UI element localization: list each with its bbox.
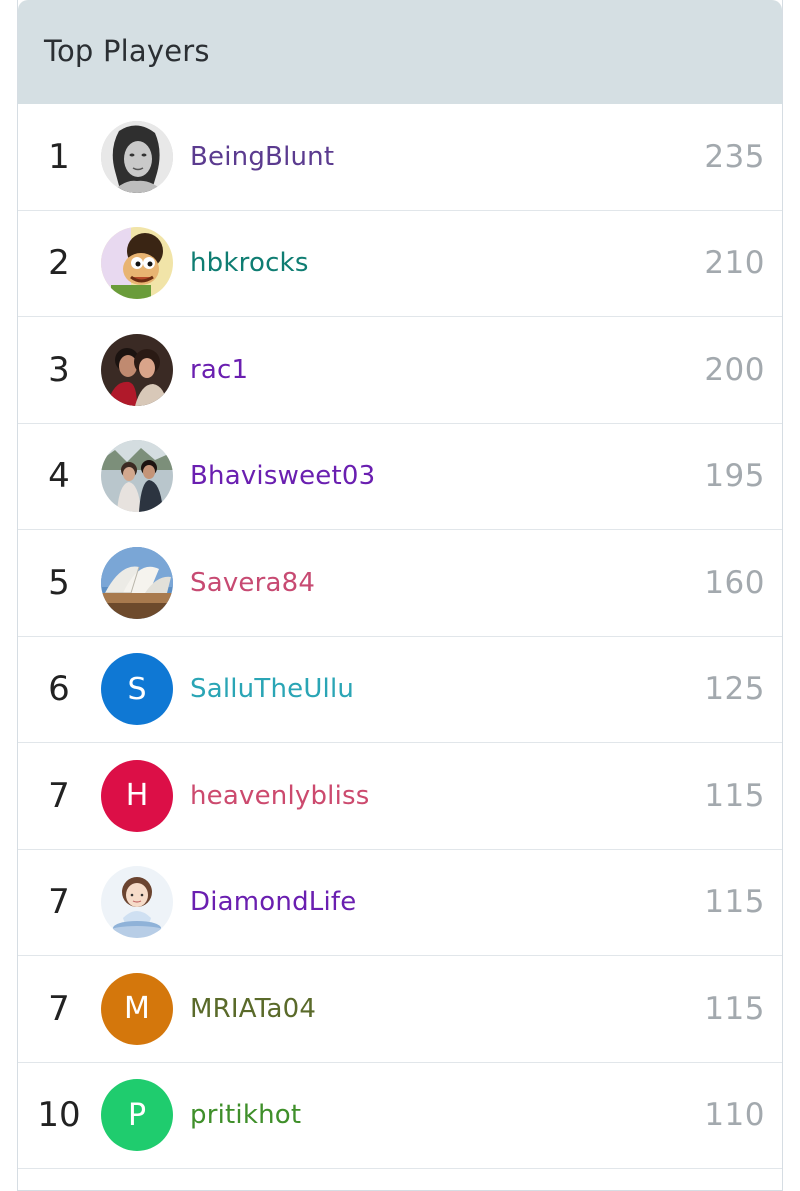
opera-house-photo xyxy=(101,546,173,619)
player-score: 115 xyxy=(704,884,765,921)
player-row[interactable]: 5 Savera84 160 xyxy=(18,530,782,637)
player-name-link[interactable]: rac1 xyxy=(190,317,248,423)
letter-avatar[interactable]: S xyxy=(101,653,173,726)
profile-photo-avatar[interactable] xyxy=(101,440,173,513)
player-score: 195 xyxy=(704,458,765,495)
player-rank: 3 xyxy=(48,349,70,390)
player-name-link[interactable]: pritikhot xyxy=(190,1063,301,1169)
avatar-letter: M xyxy=(124,991,150,1027)
player-rank: 7 xyxy=(48,775,70,816)
player-row[interactable]: 1 BeingBlunt 235 xyxy=(18,104,782,211)
card-header: Top Players xyxy=(18,0,782,104)
player-rank: 7 xyxy=(48,988,70,1029)
player-name-link[interactable]: heavenlybliss xyxy=(190,743,370,849)
profile-photo-avatar[interactable] xyxy=(101,333,173,406)
player-rank: 10 xyxy=(37,1095,81,1136)
profile-photo-avatar[interactable] xyxy=(101,227,173,300)
woman-portrait-photo xyxy=(101,120,173,193)
profile-photo-avatar[interactable] xyxy=(101,546,173,619)
player-row[interactable]: 7 M MRIATa04 115 xyxy=(18,956,782,1063)
letter-avatar[interactable]: M xyxy=(101,972,173,1045)
player-list: 1 BeingBlunt 235 2 hbkrocks 210 3 rac1 2… xyxy=(18,104,782,1169)
player-name-link[interactable]: Savera84 xyxy=(190,530,315,636)
player-rank: 4 xyxy=(48,456,70,497)
card-title: Top Players xyxy=(44,34,210,68)
player-rank: 6 xyxy=(48,669,70,710)
player-row[interactable]: 7 Hheavenlybliss 115 xyxy=(18,743,782,850)
player-score: 110 xyxy=(704,1097,765,1134)
cartoon-character-photo xyxy=(101,227,173,300)
player-score: 125 xyxy=(704,671,765,708)
player-row[interactable]: 10 Ppritikhot 110 xyxy=(18,1063,782,1169)
player-score: 160 xyxy=(704,564,765,601)
avatar-letter: H xyxy=(125,778,149,814)
player-score: 115 xyxy=(704,777,765,814)
letter-avatar[interactable]: H xyxy=(101,759,173,832)
player-name-link[interactable]: DiamondLife xyxy=(190,850,356,956)
player-score: 200 xyxy=(704,351,765,388)
profile-photo-avatar[interactable] xyxy=(101,866,173,939)
profile-photo-avatar[interactable] xyxy=(101,120,173,193)
player-row[interactable]: 3 rac1 200 xyxy=(18,317,782,424)
player-row[interactable]: 6 S SalluTheUllu 125 xyxy=(18,637,782,743)
couple-photo xyxy=(101,333,173,406)
player-score: 210 xyxy=(704,245,765,282)
player-row[interactable]: 7 DiamondLife 115 xyxy=(18,850,782,956)
avatar-letter: P xyxy=(127,1097,147,1133)
player-name-link[interactable]: MRIATa04 xyxy=(190,956,316,1062)
player-name-link[interactable]: hbkrocks xyxy=(190,211,309,317)
avatar-letter: S xyxy=(127,671,147,707)
player-rank: 5 xyxy=(48,562,70,603)
player-score: 115 xyxy=(704,990,765,1027)
top-players-card: Top Players 1 BeingBlunt 235 2 hbkrocks 210… xyxy=(17,0,783,1191)
couple-outdoor-photo xyxy=(101,440,173,513)
player-name-link[interactable]: Bhavisweet03 xyxy=(190,424,375,530)
player-row[interactable]: 4 Bhavisweet03 195 xyxy=(18,424,782,530)
player-row[interactable]: 2 hbkrocks 210 xyxy=(18,211,782,317)
letter-avatar[interactable]: P xyxy=(101,1079,173,1152)
player-score: 235 xyxy=(704,138,765,175)
player-rank: 7 xyxy=(48,882,70,923)
player-name-link[interactable]: SalluTheUllu xyxy=(190,637,354,743)
player-name-link[interactable]: BeingBlunt xyxy=(190,104,334,210)
meditating-girl-illustration xyxy=(101,866,173,939)
player-rank: 2 xyxy=(48,243,70,284)
player-rank: 1 xyxy=(48,136,70,177)
